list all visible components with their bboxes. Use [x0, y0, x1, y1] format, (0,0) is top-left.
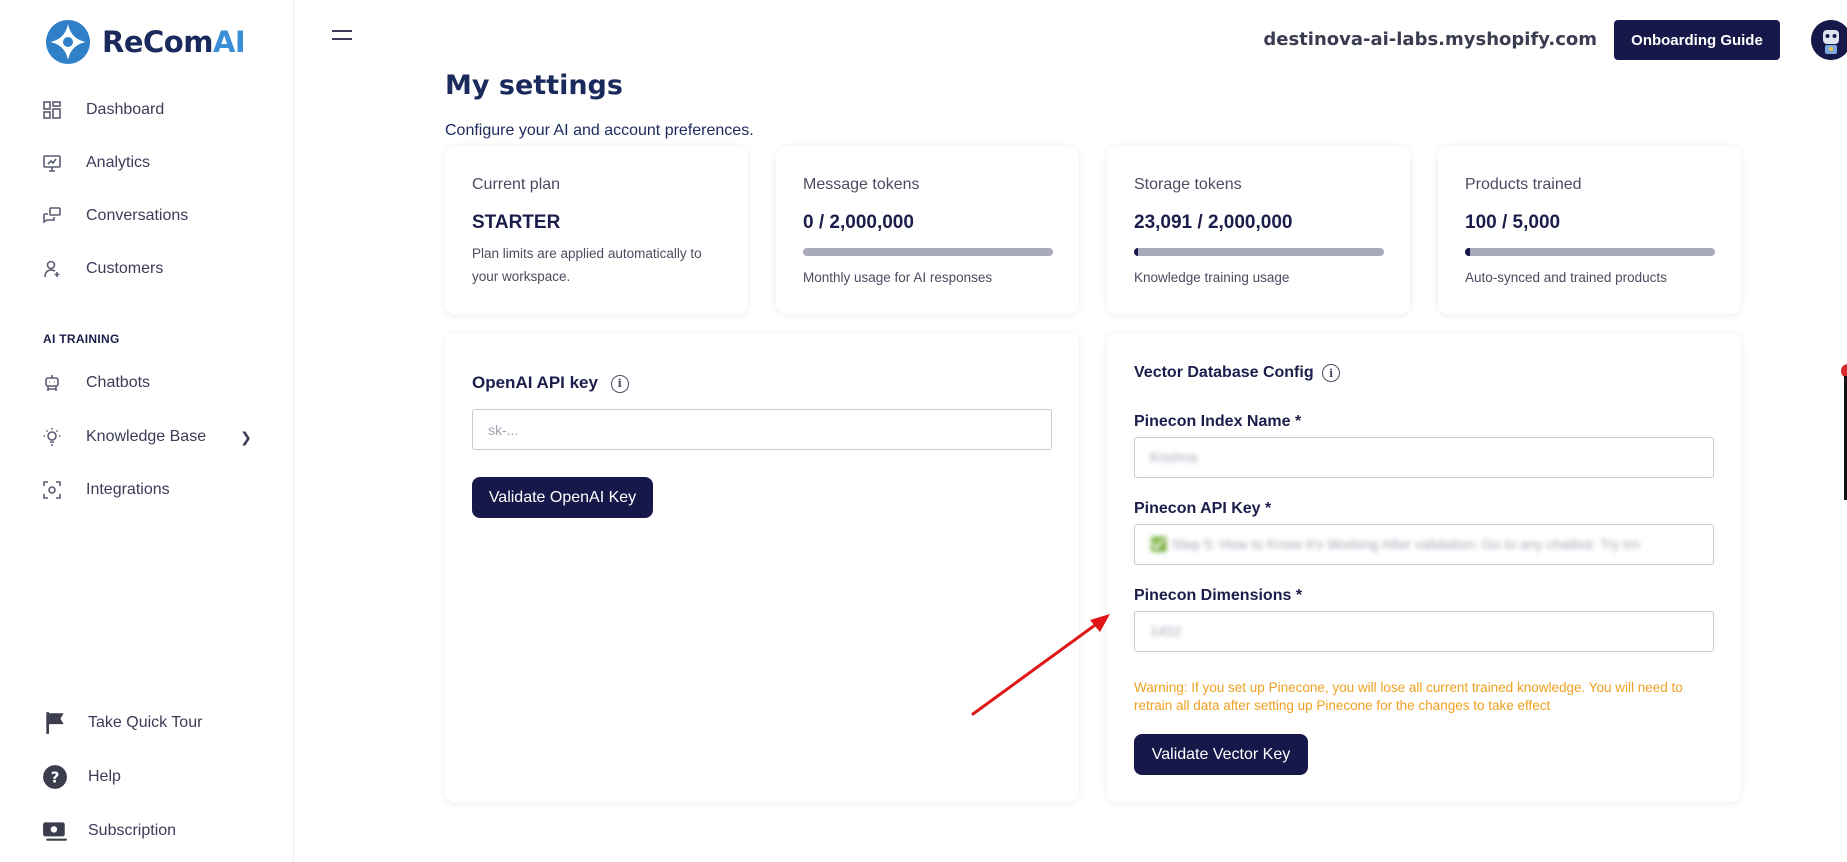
analytics-icon [43, 155, 61, 172]
sidebar-item-chatbots[interactable]: Chatbots [42, 369, 150, 397]
brand-name: ReComAI [102, 25, 246, 59]
pinecone-index-label: Pinecon Index Name * [1134, 413, 1302, 430]
sidebar-item-label: Take Quick Tour [88, 714, 203, 731]
flag-icon [46, 712, 64, 734]
sidebar-item-label: Knowledge Base [86, 428, 207, 445]
usage-progress-bar [803, 248, 1053, 256]
menu-toggle-icon[interactable] [332, 30, 352, 46]
stat-description: Auto-synced and trained products [1465, 270, 1667, 285]
conversations-icon [43, 207, 61, 224]
pinecone-dimensions-label: Pinecon Dimensions * [1134, 587, 1303, 604]
stat-card-current-plan: Current plan STARTER Plan limits are app… [445, 146, 748, 314]
stat-value: STARTER [472, 212, 561, 233]
sidebar-item-label: Chatbots [86, 374, 151, 391]
customers-icon [44, 260, 60, 278]
pinecone-api-key-label: Pinecon API Key * [1134, 500, 1272, 517]
sidebar-item-label: Subscription [88, 822, 177, 839]
page-subtitle: Configure your AI and account preference… [445, 122, 754, 139]
info-icon[interactable]: i [610, 374, 629, 393]
pinecone-dimensions-input[interactable]: 1452 [1134, 611, 1714, 652]
annotation-arrow-icon [971, 614, 1110, 716]
sidebar: ReComAI Dashboard Analytics Conversation… [0, 0, 294, 862]
svg-text:?: ? [51, 768, 60, 786]
sidebar-item-label: Dashboard [86, 101, 165, 118]
stat-label: Message tokens [803, 176, 920, 193]
stat-label: Products trained [1465, 176, 1582, 193]
openai-key-title: OpenAI API key i [472, 373, 629, 393]
stat-label: Storage tokens [1134, 176, 1242, 193]
sidebar-item-take-quick-tour[interactable]: Take Quick Tour [42, 708, 202, 738]
sidebar-item-label: Analytics [86, 154, 151, 171]
info-icon[interactable]: i [1322, 364, 1341, 382]
openai-key-input[interactable] [472, 409, 1052, 450]
openai-key-card: OpenAI API key i Validate OpenAI Key [445, 333, 1079, 802]
help-icon: ? [43, 765, 67, 789]
sidebar-item-integrations[interactable]: Integrations [42, 476, 170, 504]
page-title: My settings [445, 70, 623, 101]
stat-description: Plan limits are applied automatically to… [472, 246, 702, 284]
pinecone-index-input[interactable]: Krishna [1134, 437, 1714, 478]
robot-avatar-icon [1811, 20, 1847, 60]
chatbot-icon [45, 375, 59, 391]
stat-card-message-tokens: Message tokens 0 / 2,000,000 Monthly usa… [776, 146, 1079, 314]
pinecone-warning-text: Warning: If you set up Pinecone, you wil… [1134, 680, 1683, 713]
store-domain: destinova-ai-labs.myshopify.com [1263, 29, 1597, 50]
validate-openai-key-button[interactable]: Validate OpenAI Key [472, 477, 653, 518]
brand-logo[interactable]: ReComAI [44, 18, 246, 66]
integrations-icon [43, 481, 61, 499]
sidebar-item-dashboard[interactable]: Dashboard [42, 96, 164, 124]
sidebar-item-label: Customers [86, 260, 164, 277]
stat-card-storage-tokens: Storage tokens 23,091 / 2,000,000 Knowle… [1107, 146, 1410, 314]
input-value: 1452 [1150, 623, 1182, 639]
stat-description: Knowledge training usage [1134, 270, 1290, 285]
sidebar-item-label: Conversations [86, 207, 189, 224]
stat-description: Monthly usage for AI responses [803, 270, 993, 285]
vector-db-config-card: Vector Database Config i Pinecon Index N… [1107, 333, 1741, 802]
subscription-icon [43, 822, 67, 841]
stat-value: 100 / 5,000 [1465, 212, 1561, 233]
sidebar-item-conversations[interactable]: Conversations [42, 202, 188, 230]
vector-db-config-title: Vector Database Config i [1134, 364, 1341, 382]
usage-progress-bar [1465, 248, 1715, 256]
usage-progress-bar [1134, 248, 1384, 256]
sidebar-item-analytics[interactable]: Analytics [42, 149, 150, 177]
recomai-logo-icon [46, 20, 90, 64]
validate-vector-key-button[interactable]: Validate Vector Key [1134, 734, 1308, 775]
sidebar-item-knowledge-base[interactable]: Knowledge Base ❯ [42, 423, 252, 451]
stat-value: 0 / 2,000,000 [803, 212, 914, 233]
stat-value: 23,091 / 2,000,000 [1134, 212, 1293, 233]
section-label-ai-training: AI TRAINING [43, 332, 120, 346]
lightbulb-icon [43, 428, 61, 446]
stat-card-products-trained: Products trained 100 / 5,000 Auto-synced… [1438, 146, 1741, 314]
stat-label: Current plan [472, 176, 561, 193]
input-value: ✅ Step 5: How to Know It's Working After… [1150, 536, 1640, 552]
sidebar-item-label: Integrations [86, 481, 170, 498]
sidebar-item-help[interactable]: ? Help [42, 762, 121, 792]
sidebar-item-label: Help [88, 768, 121, 785]
input-value: Krishna [1150, 449, 1198, 465]
dashboard-icon [43, 101, 61, 119]
pinecone-api-key-input[interactable]: ✅ Step 5: How to Know It's Working After… [1134, 524, 1714, 565]
onboarding-guide-button[interactable]: Onboarding Guide [1614, 20, 1780, 60]
chevron-right-icon: ❯ [240, 428, 252, 445]
avatar[interactable] [1811, 20, 1847, 60]
sidebar-item-customers[interactable]: Customers [42, 255, 163, 283]
sidebar-item-subscription[interactable]: Subscription [42, 816, 176, 846]
